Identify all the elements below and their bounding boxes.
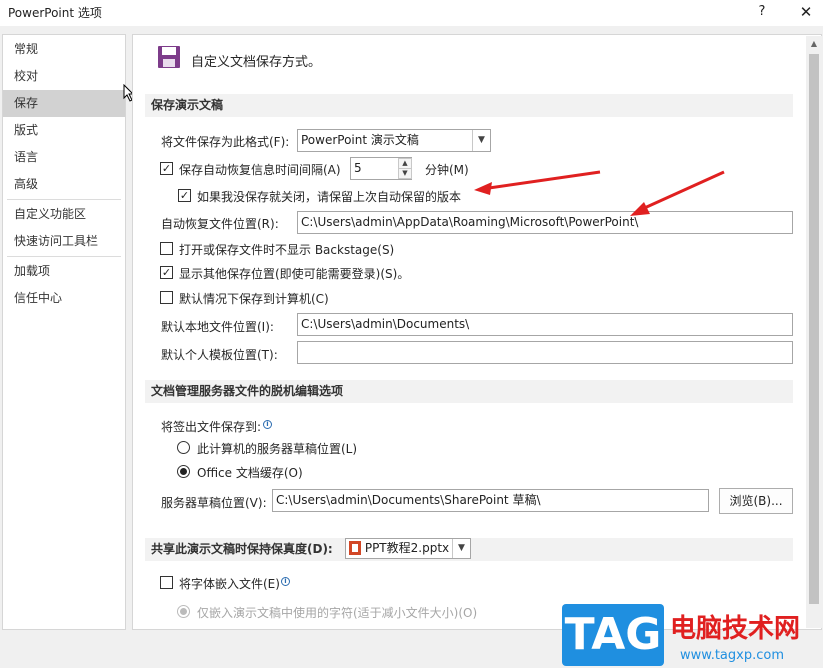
- sidebar-item-proofing[interactable]: 校对: [3, 63, 125, 90]
- autorecover-label: 保存自动恢复信息时间间隔(A): [179, 163, 341, 177]
- sidebar-item-general[interactable]: 常规: [3, 36, 125, 63]
- sidebar-item-save[interactable]: 保存: [3, 90, 125, 117]
- autorecover-minutes-value: 5: [354, 161, 362, 175]
- chevron-down-icon: ▼: [472, 130, 490, 151]
- fidelity-file-value: PPT教程2.pptx: [364, 541, 450, 555]
- save-format-dropdown[interactable]: PowerPoint 演示文稿 ▼: [297, 129, 491, 152]
- sidebar-item-trust-center[interactable]: 信任中心: [3, 285, 125, 312]
- drafts-location-input[interactable]: C:\Users\admin\Documents\SharePoint 草稿\: [272, 489, 709, 512]
- sidebar-divider: [7, 199, 121, 200]
- save-icon: [158, 46, 180, 68]
- office-cache-radio[interactable]: [177, 465, 190, 478]
- options-content: 自定义文档保存方式。 保存演示文稿 将文件保存为此格式(F): PowerPoi…: [132, 34, 822, 630]
- info-icon: i: [263, 420, 272, 429]
- help-button[interactable]: ?: [742, 0, 782, 26]
- template-location-input[interactable]: [297, 341, 793, 364]
- save-to-computer-label: 默认情况下保存到计算机(C): [179, 292, 329, 306]
- info-icon: i: [281, 577, 290, 586]
- server-drafts-radio[interactable]: [177, 441, 190, 454]
- autorecover-location-label: 自动恢复文件位置(R):: [161, 217, 279, 231]
- autorecover-checkbox[interactable]: ✓: [160, 162, 173, 175]
- chevron-down-icon: ▼: [452, 539, 470, 558]
- sidebar-item-advanced[interactable]: 高级: [3, 171, 125, 198]
- browse-button[interactable]: 浏览(B)...: [719, 488, 793, 514]
- keep-last-version-label: 如果我没保存就关闭，请保留上次自动保留的版本: [197, 190, 462, 204]
- watermark-site-name: 电脑技术网: [670, 614, 801, 644]
- sidebar-item-language[interactable]: 语言: [3, 144, 125, 171]
- pptx-file-icon: [349, 541, 361, 555]
- autorecover-location-value: C:\Users\admin\AppData\Roaming\Microsoft…: [301, 215, 639, 229]
- sidebar-item-add-ins[interactable]: 加载项: [3, 258, 125, 285]
- office-cache-label: Office 文档缓存(O): [197, 466, 303, 480]
- sidebar-divider: [7, 256, 121, 257]
- drafts-location-value: C:\Users\admin\Documents\SharePoint 草稿\: [276, 493, 541, 507]
- scrollbar-thumb[interactable]: [809, 54, 819, 604]
- watermark-url: www.tagxp.com: [680, 648, 784, 663]
- hide-backstage-label: 打开或保存文件时不显示 Backstage(S): [179, 243, 395, 257]
- watermark: TAG 电脑技术网 www.tagxp.com: [562, 604, 822, 668]
- embed-used-chars-label: 仅嵌入演示文稿中使用的字符(适于减小文件大小)(O): [197, 606, 478, 620]
- section-offline-editing: 文档管理服务器文件的脱机编辑选项: [145, 380, 793, 403]
- show-locations-checkbox[interactable]: ✓: [160, 266, 173, 279]
- embed-used-chars-radio[interactable]: [177, 605, 190, 618]
- show-locations-label: 显示其他保存位置(即使可能需要登录)(S)。: [179, 267, 410, 281]
- content-scrollbar[interactable]: ▲: [806, 36, 822, 628]
- embed-fonts-checkbox[interactable]: [160, 576, 173, 589]
- sidebar-item-customize-ribbon[interactable]: 自定义功能区: [3, 201, 125, 228]
- local-location-value: C:\Users\admin\Documents\: [301, 317, 470, 331]
- options-sidebar: 常规 校对 保存 版式 语言 高级 自定义功能区 快速访问工具栏 加载项 信任中…: [2, 34, 126, 630]
- embed-fonts-label: 将字体嵌入文件(E): [179, 577, 280, 591]
- close-button[interactable]: ✕: [786, 0, 823, 26]
- hide-backstage-checkbox[interactable]: [160, 242, 173, 255]
- keep-last-version-checkbox[interactable]: ✓: [178, 189, 191, 202]
- annotation-arrow-2-icon: [630, 170, 725, 216]
- section-save-presentations: 保存演示文稿: [145, 94, 793, 117]
- fidelity-label: 共享此演示文稿时保持保真度(D):: [151, 542, 333, 556]
- window-title: PowerPoint 选项: [8, 6, 102, 20]
- sidebar-item-layout[interactable]: 版式: [3, 117, 125, 144]
- sidebar-item-quick-access-toolbar[interactable]: 快速访问工具栏: [3, 228, 125, 255]
- template-location-label: 默认个人模板位置(T):: [161, 348, 278, 362]
- title-bar: PowerPoint 选项 ? ✕: [0, 0, 823, 26]
- local-location-input[interactable]: C:\Users\admin\Documents\: [297, 313, 793, 336]
- spin-down-button[interactable]: ▼: [398, 168, 412, 179]
- minutes-label: 分钟(M): [425, 163, 469, 177]
- server-drafts-label: 此计算机的服务器草稿位置(L): [197, 442, 358, 456]
- save-format-value: PowerPoint 演示文稿: [301, 133, 419, 147]
- drafts-location-label: 服务器草稿位置(V):: [161, 496, 267, 510]
- checkout-label: 将签出文件保存到:: [161, 420, 262, 434]
- save-format-label: 将文件保存为此格式(F):: [161, 135, 290, 149]
- page-header: 自定义文档保存方式。: [191, 55, 322, 70]
- fidelity-file-dropdown[interactable]: PPT教程2.pptx ▼: [345, 538, 471, 559]
- scroll-up-icon[interactable]: ▲: [806, 36, 822, 52]
- save-to-computer-checkbox[interactable]: [160, 291, 173, 304]
- watermark-logo: TAG: [562, 604, 664, 666]
- local-location-label: 默认本地文件位置(I):: [161, 320, 274, 334]
